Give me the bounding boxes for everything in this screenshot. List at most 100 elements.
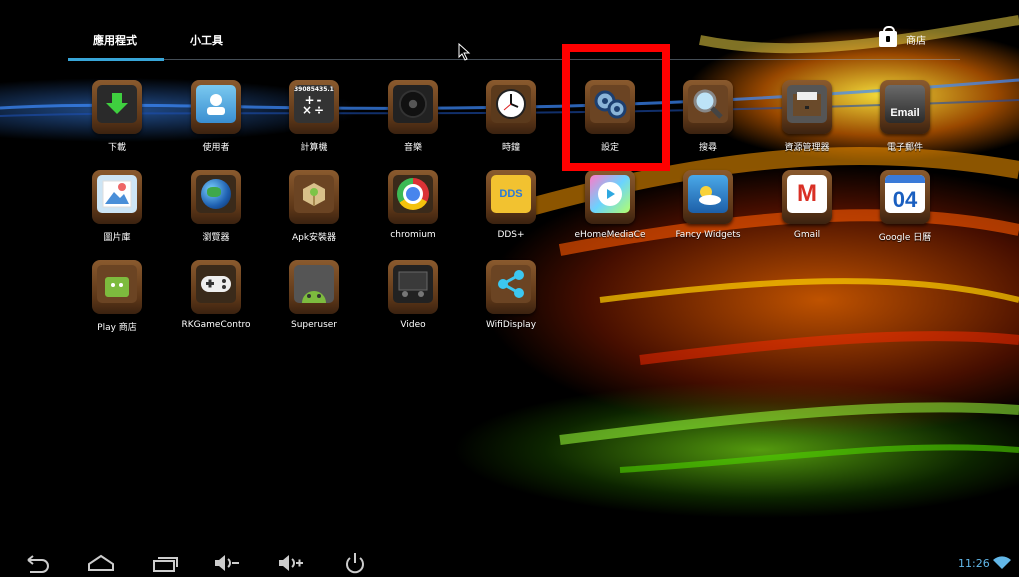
app-download[interactable]: 下載 bbox=[68, 76, 166, 158]
app-tile bbox=[585, 170, 635, 224]
wifi-icon bbox=[993, 556, 1011, 569]
app-tile: 39085435.12 +- ×÷ bbox=[289, 80, 339, 134]
home-icon[interactable] bbox=[86, 552, 116, 574]
superuser-icon bbox=[294, 265, 334, 303]
chromium-icon bbox=[393, 175, 433, 213]
app-label: eHomeMediaCe bbox=[574, 230, 646, 240]
play-store-icon bbox=[97, 265, 137, 303]
app-label: 使用者 bbox=[202, 143, 230, 153]
app-icon-text: DDS bbox=[491, 175, 531, 213]
app-label: Superuser bbox=[291, 320, 337, 330]
gmail-icon: M bbox=[787, 175, 827, 213]
app-icon-text: Email bbox=[885, 85, 925, 123]
app-tile bbox=[388, 170, 438, 224]
app-label: Video bbox=[400, 320, 426, 330]
gamepad-icon bbox=[196, 265, 236, 303]
tab-apps[interactable]: 應用程式 bbox=[93, 32, 137, 48]
recent-apps-icon[interactable] bbox=[150, 552, 180, 574]
volume-up-icon[interactable] bbox=[276, 552, 306, 574]
tab-widgets[interactable]: 小工具 bbox=[190, 32, 223, 48]
app-tile bbox=[289, 260, 339, 314]
search-icon bbox=[688, 85, 728, 123]
calendar-icon: 04 bbox=[885, 175, 925, 213]
home-screen: 應用程式 小工具 商店 下載 使用者 39085435.12 +- ×÷ 計算機 音樂 時鐘設… bbox=[0, 0, 1019, 577]
gallery-icon bbox=[97, 175, 137, 213]
ehome-media-icon bbox=[590, 175, 630, 213]
app-tile: DDS bbox=[486, 170, 536, 224]
app-tile bbox=[191, 260, 241, 314]
app-label: 瀏覽器 bbox=[202, 233, 230, 243]
email-icon: Email bbox=[885, 85, 925, 123]
app-tile bbox=[388, 80, 438, 134]
app-label: 音樂 bbox=[403, 143, 422, 153]
app-music[interactable]: 音樂 bbox=[364, 76, 462, 158]
active-tab-indicator bbox=[68, 58, 164, 61]
share-icon bbox=[491, 265, 531, 303]
store-button[interactable]: 商店 bbox=[879, 26, 926, 50]
app-tile bbox=[92, 170, 142, 224]
app-tile: 04 bbox=[880, 170, 930, 224]
app-clock[interactable]: 時鐘 bbox=[462, 76, 560, 158]
app-play-store[interactable]: Play 商店 bbox=[68, 256, 166, 338]
app-gmail[interactable]: M Gmail bbox=[758, 166, 856, 248]
app-label: Play 商店 bbox=[97, 323, 137, 333]
app-apk-installer[interactable]: Apk安裝器 bbox=[265, 166, 363, 248]
app-share[interactable]: WifiDisplay bbox=[462, 256, 560, 338]
app-tile bbox=[191, 80, 241, 134]
app-file-manager[interactable]: 資源管理器 bbox=[758, 76, 856, 158]
app-browser[interactable]: 瀏覽器 bbox=[167, 166, 265, 248]
app-tile bbox=[683, 80, 733, 134]
music-icon bbox=[393, 85, 433, 123]
app-label: 圖片庫 bbox=[103, 233, 131, 243]
app-video[interactable]: Video bbox=[364, 256, 462, 338]
mouse-cursor-icon bbox=[458, 43, 471, 61]
navigation-bar bbox=[0, 548, 1019, 577]
app-ehome-media[interactable]: eHomeMediaCe bbox=[561, 166, 659, 248]
app-label: Gmail bbox=[793, 230, 821, 240]
app-tile bbox=[388, 260, 438, 314]
back-icon[interactable] bbox=[22, 552, 52, 574]
app-calendar[interactable]: 04 Google 日曆 bbox=[856, 166, 954, 248]
app-superuser[interactable]: Superuser bbox=[265, 256, 363, 338]
app-icon-text: 04 bbox=[885, 175, 925, 213]
app-tile bbox=[486, 260, 536, 314]
app-search[interactable]: 搜尋 bbox=[659, 76, 757, 158]
fancy-widgets-icon bbox=[688, 175, 728, 213]
app-label: Apk安裝器 bbox=[291, 233, 337, 243]
app-gallery[interactable]: 圖片庫 bbox=[68, 166, 166, 248]
app-label: 電子郵件 bbox=[886, 143, 923, 153]
app-tile: Email bbox=[880, 80, 930, 134]
app-calculator[interactable]: 39085435.12 +- ×÷ 計算機 bbox=[265, 76, 363, 158]
app-label: 下載 bbox=[107, 143, 126, 153]
app-label: 資源管理器 bbox=[784, 143, 830, 153]
volume-down-icon[interactable] bbox=[212, 552, 242, 574]
app-dds[interactable]: DDS DDS+ bbox=[462, 166, 560, 248]
app-user[interactable]: 使用者 bbox=[167, 76, 265, 158]
calculator-icon: 39085435.12 +- ×÷ bbox=[294, 85, 334, 123]
app-label: 時鐘 bbox=[501, 143, 520, 153]
app-chromium[interactable]: chromium bbox=[364, 166, 462, 248]
app-tile bbox=[92, 260, 142, 314]
file-manager-icon bbox=[787, 85, 827, 123]
status-clock: 11:26 bbox=[958, 557, 990, 570]
app-label: WifiDisplay bbox=[485, 320, 537, 330]
app-tile bbox=[683, 170, 733, 224]
browser-icon bbox=[196, 175, 236, 213]
app-gamepad[interactable]: RKGameContro bbox=[167, 256, 265, 338]
app-email[interactable]: Email 電子郵件 bbox=[856, 76, 954, 158]
app-label: DDS+ bbox=[497, 230, 525, 240]
user-icon bbox=[196, 85, 236, 123]
video-icon bbox=[393, 265, 433, 303]
app-fancy-widgets[interactable]: Fancy Widgets bbox=[659, 166, 757, 248]
power-icon[interactable] bbox=[342, 552, 368, 574]
app-tile: M bbox=[782, 170, 832, 224]
app-label: Fancy Widgets bbox=[675, 230, 741, 240]
clock-icon bbox=[491, 85, 531, 123]
app-tile bbox=[191, 170, 241, 224]
app-grid: 下載 使用者 39085435.12 +- ×÷ 計算機 音樂 時鐘 設定 搜尋 資源管理器 Emai… bbox=[68, 76, 960, 346]
store-bag-icon bbox=[879, 26, 897, 47]
app-icon-text: M bbox=[787, 175, 827, 213]
app-label: chromium bbox=[390, 230, 436, 240]
download-icon bbox=[97, 85, 137, 123]
app-label: 計算機 bbox=[300, 143, 328, 153]
